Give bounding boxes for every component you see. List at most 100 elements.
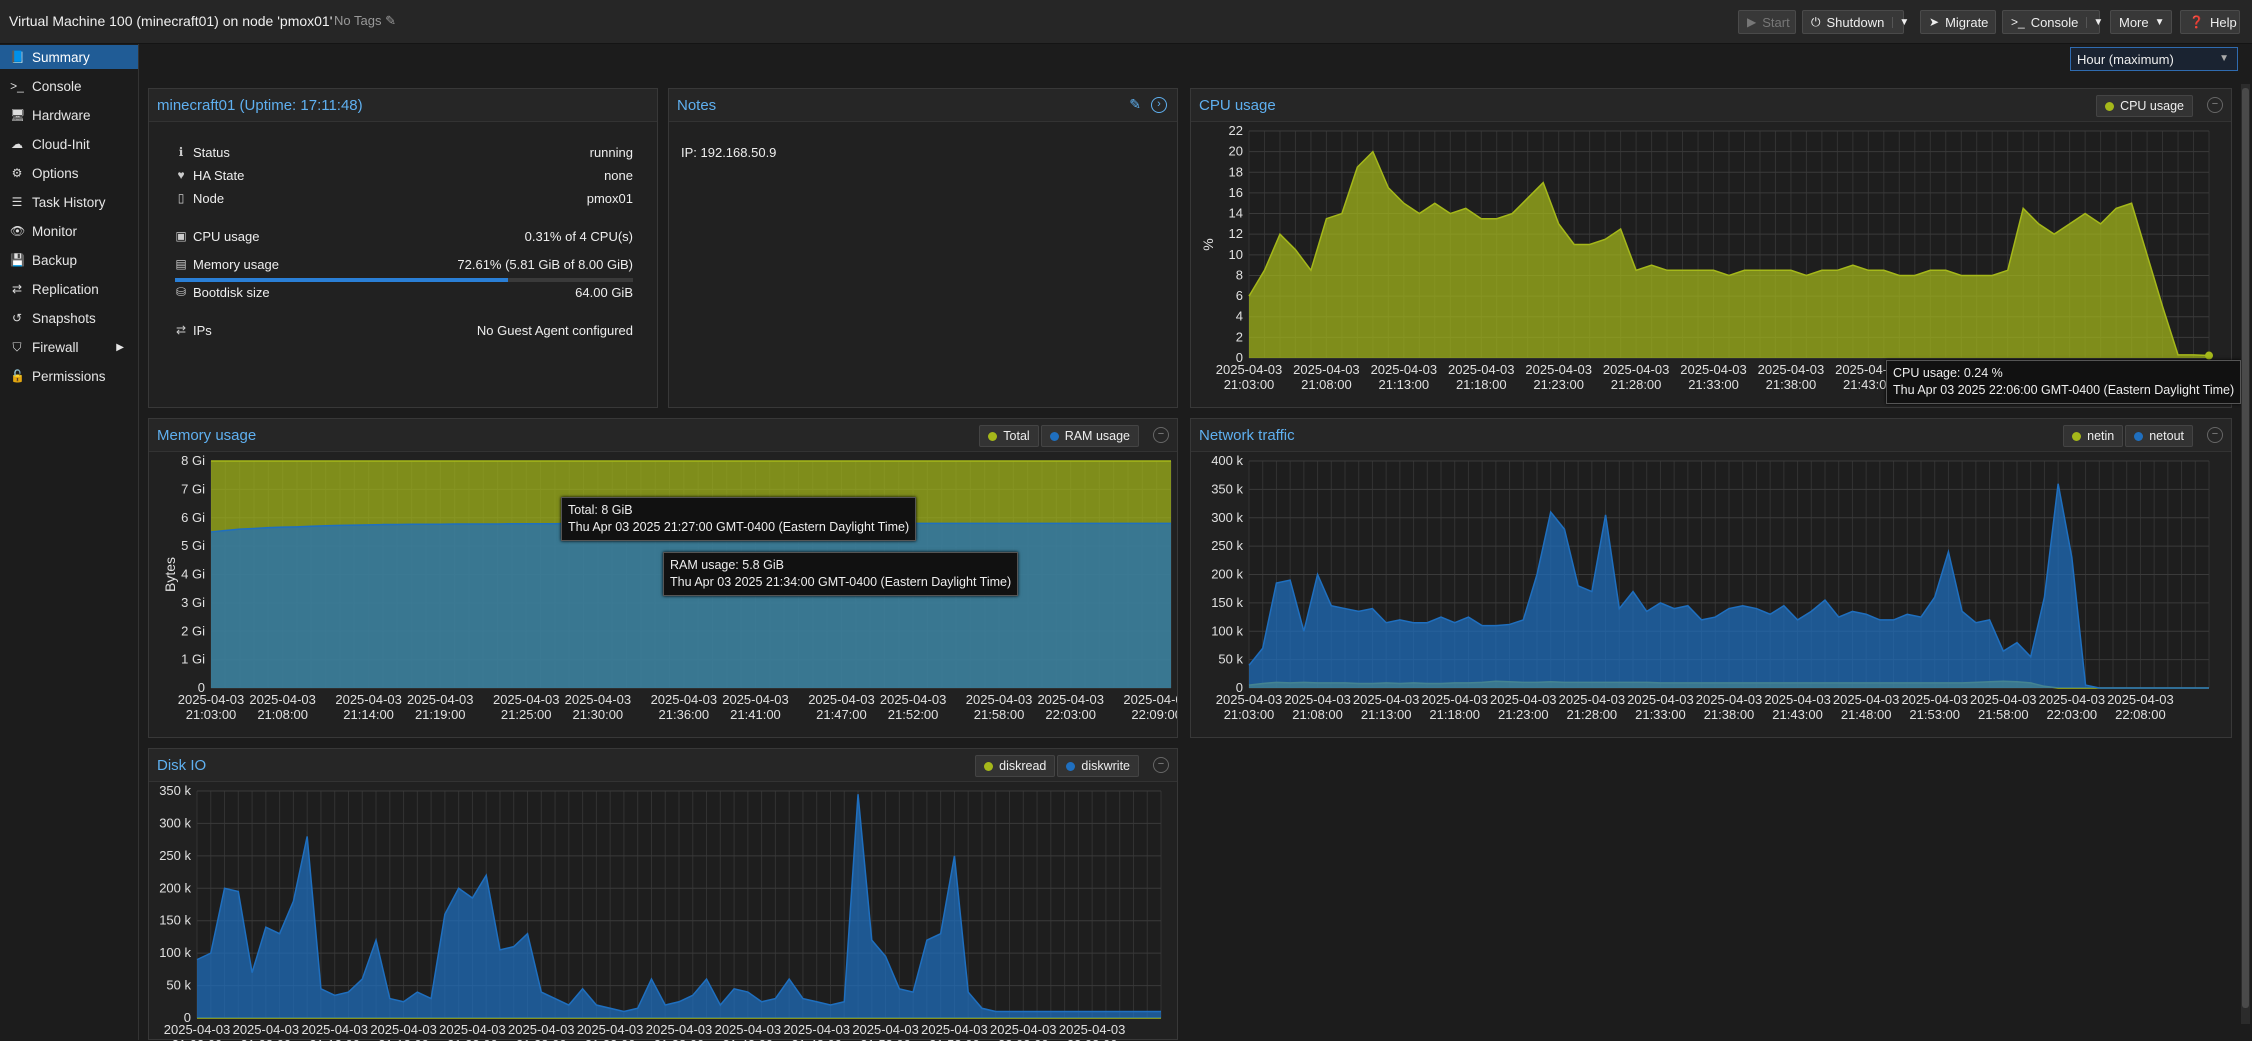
- y-tick-label: 7 Gi: [181, 481, 205, 496]
- x-tick-label: 21:28:00: [516, 1037, 567, 1041]
- x-tick-label: 21:28:00: [1567, 707, 1618, 722]
- legend-ram-usage[interactable]: RAM usage: [1040, 425, 1139, 447]
- cpu-icon: ▣: [175, 229, 187, 243]
- x-tick-label: 2025-04-03: [921, 1022, 988, 1037]
- x-tick-label: 2025-04-03: [508, 1022, 575, 1037]
- panel-title: Notes: [677, 97, 717, 114]
- x-tick-label: 21:23:00: [447, 1037, 498, 1041]
- expand-arrow-icon[interactable]: ▶: [116, 342, 124, 353]
- x-tick-label: 21:47:00: [816, 707, 867, 722]
- y-tick-label: 350 k: [1211, 481, 1243, 496]
- x-tick-label: 21:08:00: [241, 1037, 292, 1041]
- sidebar-item-replication[interactable]: ⇄ Replication: [0, 277, 138, 301]
- play-icon: ▶: [1747, 15, 1757, 29]
- x-tick-label: 2025-04-03: [301, 1022, 368, 1037]
- y-tick-label: 250 k: [159, 848, 191, 863]
- scrollbar-thumb[interactable]: [2242, 88, 2249, 1008]
- x-tick-label: 21:18:00: [378, 1037, 429, 1041]
- more-button[interactable]: More ▼: [2110, 10, 2172, 34]
- sidebar-item-cloud-init[interactable]: ☁ Cloud-Init: [0, 132, 138, 156]
- x-tick-label: 21:33:00: [585, 1037, 636, 1041]
- minus-icon[interactable]: −: [1153, 757, 1169, 773]
- tags-area[interactable]: No Tags ✎: [334, 13, 396, 29]
- unlock-icon: 🔓: [10, 369, 25, 383]
- x-tick-label: 2025-04-03: [1216, 362, 1283, 377]
- sidebar-item-hardware[interactable]: 🖥 Hardware: [0, 103, 138, 127]
- x-tick-label: 2025-04-03: [1764, 692, 1831, 707]
- x-tick-label: 2025-04-03: [1123, 692, 1177, 707]
- chevron-down-icon[interactable]: ▼: [1892, 16, 1909, 28]
- sidebar-item-summary[interactable]: 📘 Summary: [0, 45, 138, 69]
- memory-usage-bar: [175, 278, 633, 282]
- y-tick-label: 200 k: [1211, 567, 1243, 582]
- minus-icon[interactable]: −: [1153, 427, 1169, 443]
- cpu-usage-row: ▣ CPU usage 0.31% of 4 CPU(s): [173, 229, 633, 247]
- sidebar-item-snapshots[interactable]: ↺ Snapshots: [0, 306, 138, 330]
- x-tick-label: 21:33:00: [1635, 707, 1686, 722]
- x-tick-label: 2025-04-03: [1216, 692, 1283, 707]
- sidebar-item-options[interactable]: ⚙ Options: [0, 161, 138, 185]
- x-tick-label: 21:03:00: [1224, 707, 1275, 722]
- sidebar-item-backup[interactable]: 💾 Backup: [0, 248, 138, 272]
- start-button[interactable]: ▶ Start: [1738, 10, 1796, 34]
- minus-icon[interactable]: −: [2207, 97, 2223, 113]
- retweet-icon: ⇄: [11, 282, 23, 296]
- page-scrollbar[interactable]: [2241, 84, 2250, 1024]
- y-tick-label: 2 Gi: [181, 623, 205, 638]
- heartbeat-icon: ♥: [177, 168, 185, 182]
- y-tick-label: 10: [1229, 247, 1243, 262]
- shield-icon: ⛉: [12, 339, 22, 354]
- legend-dot-icon: [988, 431, 998, 441]
- x-tick-label: 2025-04-03: [565, 692, 632, 707]
- shutdown-button[interactable]: ⏻ Shutdown ▼: [1802, 10, 1909, 34]
- legend-total[interactable]: Total: [979, 425, 1039, 447]
- x-tick-label: 21:52:00: [888, 707, 939, 722]
- panel-header: [669, 89, 1177, 122]
- legend-netin[interactable]: netin: [2063, 425, 2124, 447]
- sidebar-item-firewall[interactable]: ⛉ Firewall ▶: [0, 335, 138, 359]
- memory-icon: ▤: [175, 257, 187, 271]
- pencil-icon[interactable]: ✎: [385, 13, 396, 28]
- sidebar-item-task-history[interactable]: ☰ Task History: [0, 190, 138, 214]
- x-tick-label: 21:13:00: [309, 1037, 360, 1041]
- x-tick-label: 2025-04-03: [249, 692, 316, 707]
- chart-legend: Total RAM usage: [979, 425, 1139, 447]
- x-tick-label: 2025-04-03: [1353, 692, 1420, 707]
- migrate-button[interactable]: ➤ Migrate: [1920, 10, 1996, 34]
- eye-icon: 👁: [10, 224, 26, 238]
- console-button[interactable]: >_ Console ▼: [2002, 10, 2103, 34]
- x-tick-label: 2025-04-03: [646, 1022, 713, 1037]
- x-tick-label: 21:08:00: [1292, 707, 1343, 722]
- chart-legend: netin netout: [2063, 425, 2193, 447]
- x-tick-label: 2025-04-03: [2107, 692, 2174, 707]
- chart-tooltip: RAM usage: 5.8 GiB Thu Apr 03 2025 21:34:…: [663, 552, 1019, 596]
- edit-icon[interactable]: ✎: [1129, 96, 1141, 113]
- help-button[interactable]: ❓ Help: [2180, 10, 2240, 34]
- sidebar-item-monitor[interactable]: 👁 Monitor: [0, 219, 138, 243]
- book-icon: 📘: [10, 50, 25, 64]
- x-tick-label: 2025-04-03: [1284, 692, 1351, 707]
- collapse-icon[interactable]: ›: [1151, 97, 1167, 113]
- x-tick-label: 21:36:00: [659, 707, 710, 722]
- legend-netout[interactable]: netout: [2125, 425, 2193, 447]
- x-tick-label: 21:23:00: [1498, 707, 1549, 722]
- sidebar: 📘 Summary >_ Console 🖥 Hardware ☁ Cloud-Init…: [0, 44, 139, 1040]
- x-tick-label: 21:38:00: [1704, 707, 1755, 722]
- sidebar-item-console[interactable]: >_ Console: [0, 74, 138, 98]
- x-tick-label: 21:43:00: [1772, 707, 1823, 722]
- x-tick-label: 2025-04-03: [178, 692, 245, 707]
- timeframe-select[interactable]: Hour (maximum) ▼: [2070, 47, 2238, 71]
- minus-icon[interactable]: −: [2207, 427, 2223, 443]
- legend-dot-icon: [1049, 431, 1059, 441]
- legend-diskread[interactable]: diskread: [975, 755, 1056, 777]
- legend-diskwrite[interactable]: diskwrite: [1057, 755, 1139, 777]
- legend-cpu-usage[interactable]: CPU usage: [2096, 95, 2193, 117]
- disk-io-chart: 050 k100 k150 k200 k250 k300 k350 k2025-…: [159, 783, 1162, 1041]
- y-tick-label: 6 Gi: [181, 510, 205, 525]
- y-axis-label: %: [1200, 238, 1216, 250]
- sidebar-item-permissions[interactable]: 🔓 Permissions: [0, 364, 138, 388]
- x-tick-label: 2025-04-03: [1833, 692, 1900, 707]
- disk-io-panel: Disk IO diskread diskwrite − 0 50 k 100 k1…: [148, 748, 1178, 1041]
- chevron-down-icon[interactable]: ▼: [2086, 16, 2103, 28]
- y-tick-label: 300 k: [1211, 510, 1243, 525]
